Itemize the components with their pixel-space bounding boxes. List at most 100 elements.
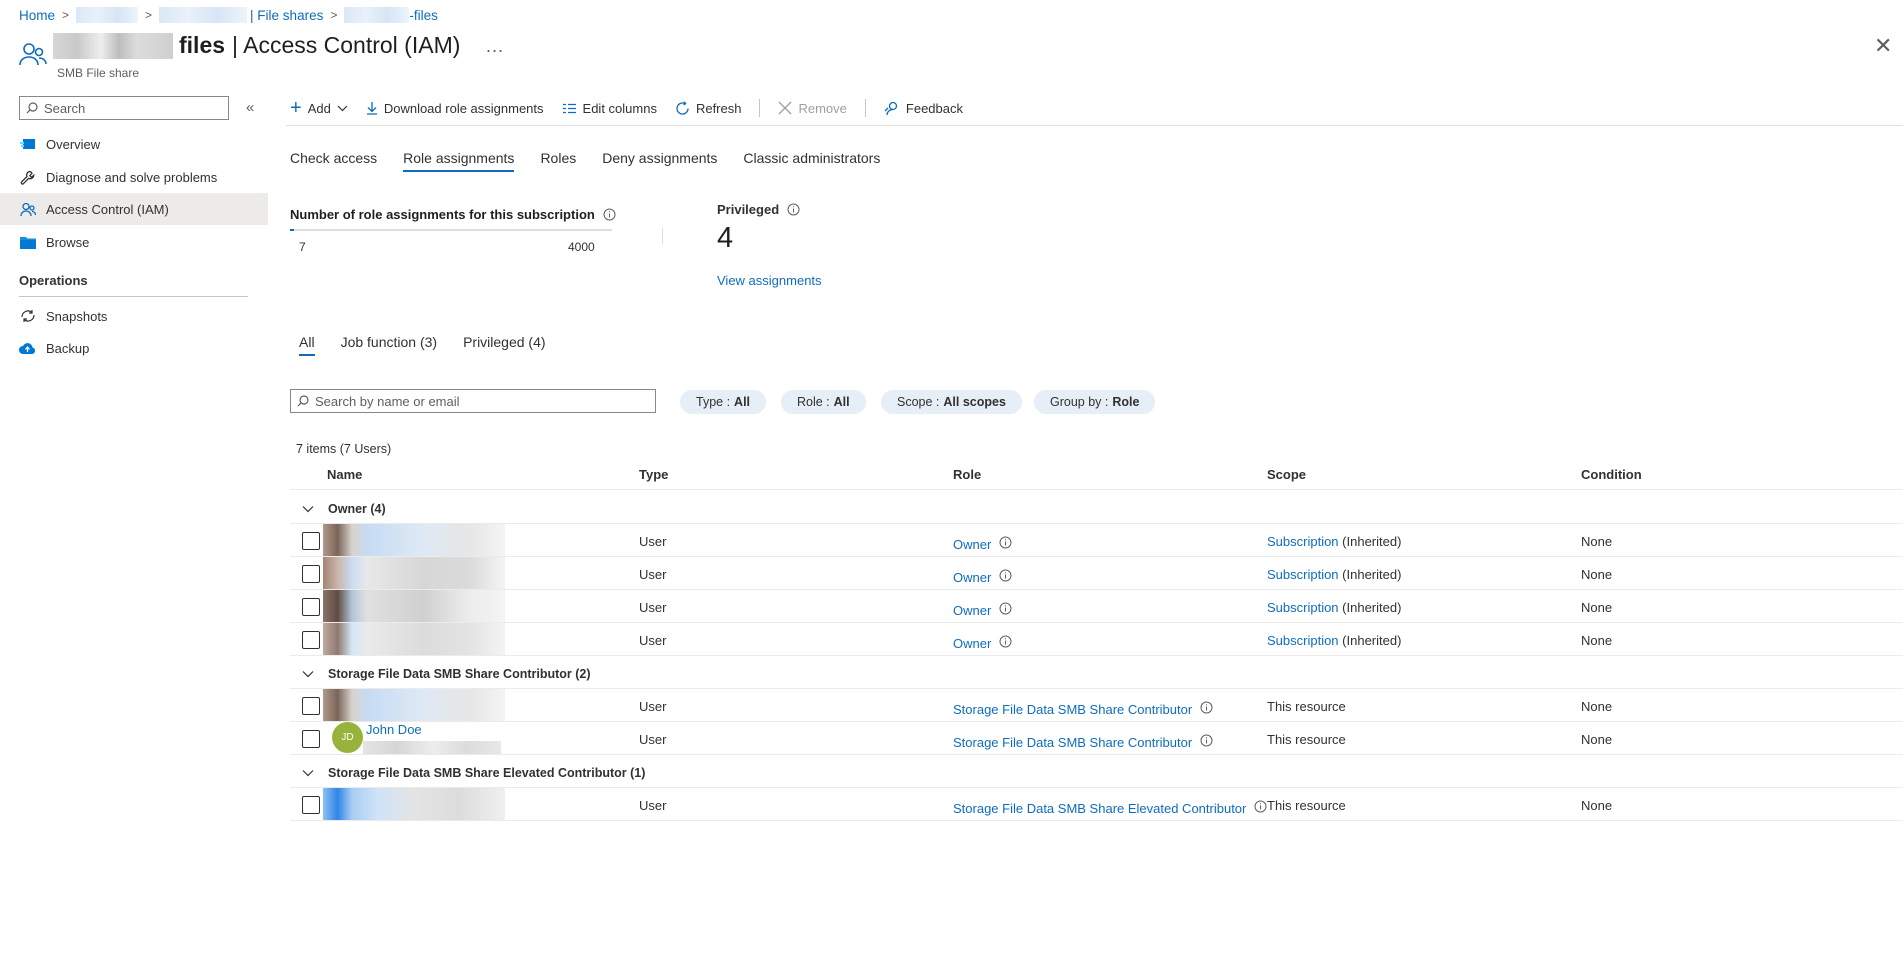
condition-cell: None bbox=[1581, 633, 1613, 648]
sidebar-item-label: Browse bbox=[46, 234, 90, 250]
info-icon[interactable] bbox=[1200, 701, 1213, 717]
edit-columns-button[interactable]: Edit columns bbox=[562, 101, 657, 116]
download-role-assignments-button[interactable]: Download role assignments bbox=[366, 101, 544, 116]
feedback-icon bbox=[884, 101, 898, 115]
scope-note: (Inherited) bbox=[1342, 600, 1402, 615]
toolbar-divider-line bbox=[286, 125, 1903, 126]
tab-roles[interactable]: Roles bbox=[540, 150, 576, 172]
breadcrumb-share-redacted[interactable] bbox=[344, 7, 410, 23]
column-header-condition[interactable]: Condition bbox=[1581, 467, 1642, 482]
column-header-type[interactable]: Type bbox=[639, 467, 668, 482]
edit-columns-label: Edit columns bbox=[582, 100, 657, 116]
filter-tab-all[interactable]: All bbox=[299, 334, 315, 356]
sidebar-item-backup[interactable]: Backup bbox=[0, 332, 268, 364]
tab-role-assignments[interactable]: Role assignments bbox=[403, 150, 515, 172]
tab-classic-administrators[interactable]: Classic administrators bbox=[743, 150, 880, 172]
column-header-role[interactable]: Role bbox=[953, 467, 981, 482]
row-checkbox[interactable] bbox=[302, 565, 320, 583]
role-link[interactable]: Storage File Data SMB Share Elevated Con… bbox=[953, 801, 1246, 816]
tab-deny-assignments[interactable]: Deny assignments bbox=[602, 150, 717, 172]
role-link[interactable]: Storage File Data SMB Share Contributor bbox=[953, 735, 1192, 750]
sidebar-search-input[interactable]: Search bbox=[19, 96, 229, 120]
role-link[interactable]: Storage File Data SMB Share Contributor bbox=[953, 702, 1192, 717]
user-name-redacted bbox=[323, 590, 505, 622]
role-link[interactable]: Owner bbox=[953, 603, 991, 618]
chevron-down-icon[interactable] bbox=[302, 667, 314, 681]
info-icon[interactable] bbox=[787, 203, 800, 216]
pill-key: Type : bbox=[696, 395, 731, 409]
info-icon[interactable] bbox=[999, 602, 1012, 618]
group-header-row[interactable]: Storage File Data SMB Share Elevated Con… bbox=[302, 766, 645, 780]
breadcrumb-share[interactable]: -files bbox=[409, 8, 438, 23]
add-button[interactable]: + Add bbox=[290, 97, 348, 119]
scope-link[interactable]: Subscription bbox=[1267, 534, 1339, 549]
feedback-button[interactable]: Feedback bbox=[884, 101, 963, 116]
avatar: JD bbox=[332, 722, 363, 753]
row-checkbox[interactable] bbox=[302, 730, 320, 748]
row-checkbox[interactable] bbox=[302, 532, 320, 550]
group-header-row[interactable]: Storage File Data SMB Share Contributor … bbox=[302, 667, 591, 681]
stat-divider bbox=[662, 228, 663, 244]
breadcrumb-account-redacted[interactable] bbox=[76, 7, 139, 23]
collapse-sidebar-button[interactable]: « bbox=[246, 99, 254, 116]
column-header-name[interactable]: Name bbox=[327, 467, 362, 482]
scope-link[interactable]: Subscription bbox=[1267, 567, 1339, 582]
info-icon[interactable] bbox=[603, 208, 616, 221]
refresh-label: Refresh bbox=[695, 100, 742, 116]
sidebar-item-browse[interactable]: Browse bbox=[0, 226, 268, 258]
breadcrumb-storage-redacted[interactable] bbox=[159, 7, 248, 23]
remove-button[interactable]: Remove bbox=[778, 101, 847, 116]
role-cell: Owner bbox=[953, 635, 1012, 651]
chevron-down-icon[interactable] bbox=[302, 502, 314, 516]
refresh-button[interactable]: Refresh bbox=[675, 100, 742, 116]
scope-link[interactable]: Subscription bbox=[1267, 600, 1339, 615]
breadcrumb-file-shares[interactable]: | File shares bbox=[250, 8, 323, 23]
sidebar-item-access-control[interactable]: Access Control (IAM) bbox=[0, 193, 268, 225]
close-icon[interactable]: ✕ bbox=[1874, 35, 1892, 57]
sidebar-item-diagnose[interactable]: Diagnose and solve problems bbox=[0, 161, 268, 193]
row-divider bbox=[290, 523, 1903, 524]
info-icon[interactable] bbox=[999, 536, 1012, 552]
info-icon[interactable] bbox=[999, 569, 1012, 585]
row-checkbox[interactable] bbox=[302, 631, 320, 649]
breadcrumb-home[interactable]: Home bbox=[19, 8, 55, 23]
filter-tab-privileged[interactable]: Privileged (4) bbox=[463, 334, 545, 356]
snapshot-icon bbox=[19, 308, 36, 325]
info-icon[interactable] bbox=[1200, 734, 1213, 750]
filter-pill-scope[interactable]: Scope : All scopes bbox=[881, 390, 1022, 414]
info-icon[interactable] bbox=[999, 635, 1012, 651]
role-link[interactable]: Owner bbox=[953, 537, 991, 552]
role-link[interactable]: Owner bbox=[953, 570, 991, 585]
column-header-scope[interactable]: Scope bbox=[1267, 467, 1306, 482]
filter-pill-type[interactable]: Type : All bbox=[680, 390, 767, 414]
tab-check-access[interactable]: Check access bbox=[290, 150, 377, 172]
sidebar-item-snapshots[interactable]: Snapshots bbox=[0, 300, 268, 332]
row-divider bbox=[290, 556, 1903, 557]
user-name-link[interactable]: John Doe bbox=[366, 722, 422, 737]
command-toolbar: + Add Download role assignments Edit col… bbox=[290, 96, 981, 120]
type-cell: User bbox=[639, 798, 667, 813]
iam-tabs: Check access Role assignments Roles Deny… bbox=[290, 150, 880, 172]
search-icon bbox=[26, 102, 38, 114]
scope-link[interactable]: Subscription bbox=[1267, 633, 1339, 648]
filter-pill-group-by[interactable]: Group by : Role bbox=[1034, 390, 1156, 414]
group-label: Storage File Data SMB Share Contributor … bbox=[328, 667, 591, 681]
user-email-redacted bbox=[363, 741, 501, 754]
chevron-down-icon[interactable] bbox=[302, 766, 314, 780]
row-checkbox[interactable] bbox=[302, 796, 320, 814]
group-header-row[interactable]: Owner (4) bbox=[302, 502, 386, 516]
plus-icon: + bbox=[290, 97, 302, 119]
row-checkbox[interactable] bbox=[302, 598, 320, 616]
sidebar-item-overview[interactable]: Overview bbox=[0, 128, 268, 160]
filter-pill-role[interactable]: Role : All bbox=[781, 390, 866, 414]
filter-tab-job-function[interactable]: Job function (3) bbox=[341, 334, 438, 356]
view-assignments-link[interactable]: View assignments bbox=[717, 273, 822, 288]
more-options-button[interactable]: ... bbox=[486, 36, 504, 57]
people-icon bbox=[18, 40, 48, 73]
name-email-search-input[interactable]: Search by name or email bbox=[290, 389, 656, 413]
row-checkbox[interactable] bbox=[302, 697, 320, 715]
info-icon[interactable] bbox=[1254, 800, 1267, 816]
role-link[interactable]: Owner bbox=[953, 636, 991, 651]
row-divider bbox=[290, 820, 1903, 821]
row-divider bbox=[290, 589, 1903, 590]
